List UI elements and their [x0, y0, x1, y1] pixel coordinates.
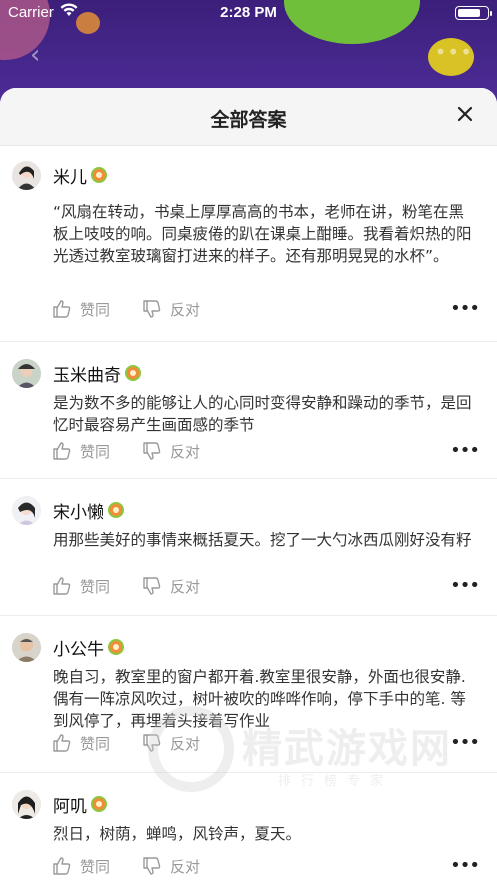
back-chevron-icon[interactable]: ‹	[30, 40, 40, 70]
like-label: 赞同	[80, 734, 111, 753]
answer-item: 宋小懒 用那些美好的事情来概括夏天。挖了一大勺冰西瓜刚好没有籽 赞同 反对 ••…	[0, 479, 497, 616]
answer-item: 小公牛 晚自习，教室里的窗户都开着.教室里很安静，外面也很安静.偶有一阵凉风吹过…	[0, 616, 497, 773]
answer-actions: 赞同 反对 •••	[52, 575, 480, 597]
answer-text: 烈日，树荫，蝉鸣，风铃声，夏天。	[53, 825, 302, 843]
dislike-label: 反对	[170, 577, 201, 596]
avatar[interactable]	[12, 358, 41, 388]
more-icon[interactable]: •••	[450, 855, 480, 876]
thumbs-down-icon	[143, 734, 161, 752]
level-badge-icon	[91, 167, 107, 183]
thumbs-down-icon	[143, 442, 161, 460]
thumbs-up-icon	[53, 734, 71, 752]
username[interactable]: 阿叽	[53, 792, 87, 817]
answer-item: 玉米曲奇 是为数不多的能够让人的心同时变得安静和躁动的季节，是回忆时最容易产生画…	[0, 342, 497, 479]
answer-text: “风扇在转动，书桌上厚厚高高的书本，老师在讲，粉笔在黑板上吱吱的响。同桌疲倦的趴…	[53, 203, 472, 265]
thumbs-up-icon	[53, 442, 71, 460]
dislike-button[interactable]: 反对	[142, 299, 200, 320]
answer-actions: 赞同 反对 •••	[52, 732, 480, 754]
level-badge-icon	[125, 365, 141, 381]
user-row: 宋小懒	[12, 495, 124, 525]
thumbs-down-icon	[143, 300, 161, 318]
status-bar: Carrier 2:28 PM	[0, 0, 497, 26]
dislike-label: 反对	[170, 442, 201, 461]
like-button[interactable]: 赞同	[52, 856, 110, 877]
username[interactable]: 小公牛	[53, 635, 104, 660]
thumbs-up-icon	[53, 300, 71, 318]
close-icon[interactable]	[453, 102, 477, 126]
user-row: 阿叽	[12, 789, 107, 819]
status-time: 2:28 PM	[220, 4, 277, 21]
like-button[interactable]: 赞同	[52, 441, 110, 462]
thumbs-down-icon	[143, 577, 161, 595]
more-icon[interactable]: •••	[450, 575, 480, 596]
username[interactable]: 玉米曲奇	[53, 361, 121, 386]
dislike-button[interactable]: 反对	[142, 576, 200, 597]
answer-actions: 赞同 反对 •••	[52, 298, 480, 320]
avatar[interactable]	[12, 160, 41, 190]
answers-sheet: 全部答案 米儿 “风扇在转动，书桌上厚厚高高的书本，老师在讲，粉笔在黑板上吱吱的…	[0, 88, 497, 883]
like-button[interactable]: 赞同	[52, 733, 110, 754]
more-options-icon[interactable]: •••	[435, 40, 473, 64]
thumbs-up-icon	[53, 577, 71, 595]
user-row: 小公牛	[12, 632, 124, 662]
username[interactable]: 宋小懒	[53, 498, 104, 523]
like-button[interactable]: 赞同	[52, 299, 110, 320]
answer-actions: 赞同 反对 •••	[52, 855, 480, 877]
dislike-label: 反对	[170, 300, 201, 319]
sheet-title: 全部答案	[210, 109, 287, 131]
answer-text: 用那些美好的事情来概括夏天。挖了一大勺冰西瓜刚好没有籽	[53, 531, 472, 549]
like-label: 赞同	[80, 577, 111, 596]
level-badge-icon	[91, 796, 107, 812]
answer-text: 晚自习，教室里的窗户都开着.教室里很安静，外面也很安静.偶有一阵凉风吹过，树叶被…	[53, 668, 466, 730]
avatar[interactable]	[12, 495, 41, 525]
dislike-label: 反对	[170, 857, 201, 876]
like-button[interactable]: 赞同	[52, 576, 110, 597]
username[interactable]: 米儿	[53, 163, 87, 188]
like-label: 赞同	[80, 300, 111, 319]
dislike-button[interactable]: 反对	[142, 441, 200, 462]
avatar[interactable]	[12, 789, 41, 819]
like-label: 赞同	[80, 857, 111, 876]
like-label: 赞同	[80, 442, 111, 461]
dislike-label: 反对	[170, 734, 201, 753]
battery-icon	[455, 6, 492, 20]
user-row: 米儿	[12, 160, 107, 190]
more-icon[interactable]: •••	[450, 440, 480, 461]
answer-item: 米儿 “风扇在转动，书桌上厚厚高高的书本，老师在讲，粉笔在黑板上吱吱的响。同桌疲…	[0, 146, 497, 342]
avatar[interactable]	[12, 632, 41, 662]
dislike-button[interactable]: 反对	[142, 733, 200, 754]
thumbs-up-icon	[53, 857, 71, 875]
thumbs-down-icon	[143, 857, 161, 875]
level-badge-icon	[108, 639, 124, 655]
more-icon[interactable]: •••	[450, 732, 480, 753]
dislike-button[interactable]: 反对	[142, 856, 200, 877]
more-icon[interactable]: •••	[450, 298, 480, 319]
level-badge-icon	[108, 502, 124, 518]
user-row: 玉米曲奇	[12, 358, 141, 388]
answer-text: 是为数不多的能够让人的心同时变得安静和躁动的季节，是回忆时最容易产生画面感的季节	[53, 394, 472, 434]
answer-item: 阿叽 烈日，树荫，蝉鸣，风铃声，夏天。 赞同 反对 •••	[0, 773, 497, 883]
answer-actions: 赞同 反对 •••	[52, 440, 480, 462]
sheet-header: 全部答案	[0, 88, 497, 146]
